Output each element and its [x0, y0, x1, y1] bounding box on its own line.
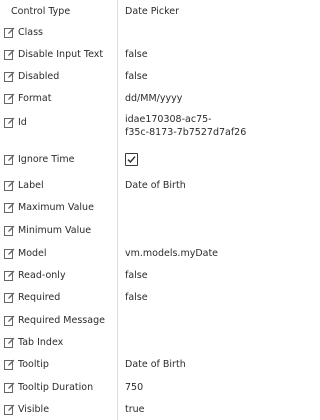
ignore-time-checkbox[interactable]: [125, 152, 138, 166]
property-value-disabled[interactable]: false: [125, 65, 148, 87]
property-value-id-line-2: f35c-8173-7b7527d7af26: [125, 127, 247, 138]
edit-icon: [4, 359, 15, 370]
property-value-format[interactable]: dd/MM/yyyy: [125, 87, 182, 109]
property-value-visible[interactable]: true: [125, 398, 145, 420]
edit-icon: [4, 154, 15, 165]
edit-icon: [4, 382, 15, 393]
property-label-minimum-value: Minimum Value: [18, 224, 92, 236]
property-label-tab-index: Tab Index: [18, 336, 64, 348]
property-label-maximum-value: Maximum Value: [18, 201, 94, 213]
property-label-disabled: Disabled: [18, 70, 60, 82]
property-label-visible: Visible: [18, 403, 50, 415]
property-label-required-message: Required Message: [18, 314, 105, 326]
property-label-format: Format: [18, 92, 52, 104]
property-value-id[interactable]: idae170308-ac75- f35c-8173-7b7527d7af26: [125, 109, 246, 139]
property-value-read-only[interactable]: false: [125, 264, 148, 286]
property-label-model: Model: [18, 247, 47, 259]
control-type-label: Control Type: [11, 5, 71, 17]
property-grid: Control Type Date Picker Class Disable I…: [0, 0, 249, 420]
property-label-class: Class: [18, 26, 43, 38]
edit-icon: [4, 117, 15, 128]
property-label-label: Label: [18, 179, 44, 191]
edit-icon: [4, 248, 15, 259]
edit-icon: [4, 337, 15, 348]
property-value-id-line-1: idae170308-ac75-: [125, 114, 212, 125]
column-divider: [117, 0, 118, 420]
property-value-tooltip-duration[interactable]: 750: [125, 376, 143, 398]
edit-icon: [4, 93, 15, 104]
edit-icon: [4, 315, 15, 326]
edit-icon: [4, 202, 15, 213]
edit-icon: [4, 49, 15, 60]
property-label-required: Required: [18, 291, 61, 303]
property-label-disable-input-text: Disable Input Text: [18, 48, 104, 60]
property-value-required[interactable]: false: [125, 286, 148, 308]
property-label-read-only: Read-only: [18, 269, 66, 281]
edit-icon: [4, 270, 15, 281]
edit-icon: [4, 180, 15, 191]
edit-icon: [4, 225, 15, 236]
property-label-tooltip-duration: Tooltip Duration: [18, 381, 94, 393]
property-label-tooltip: Tooltip: [18, 358, 49, 370]
edit-icon: [4, 404, 15, 415]
property-value-label[interactable]: Date of Birth: [125, 174, 186, 196]
property-value-model[interactable]: vm.models.myDate: [125, 242, 218, 264]
edit-icon: [4, 71, 15, 82]
edit-icon: [4, 27, 15, 38]
checkmark-icon: [127, 155, 136, 163]
property-value-disable-input-text[interactable]: false: [125, 43, 148, 65]
control-type-value: Date Picker: [125, 5, 180, 17]
property-value-tooltip[interactable]: Date of Birth: [125, 353, 186, 375]
property-label-ignore-time: Ignore Time: [18, 153, 75, 165]
property-label-id: Id: [18, 117, 27, 128]
edit-icon: [4, 292, 15, 303]
